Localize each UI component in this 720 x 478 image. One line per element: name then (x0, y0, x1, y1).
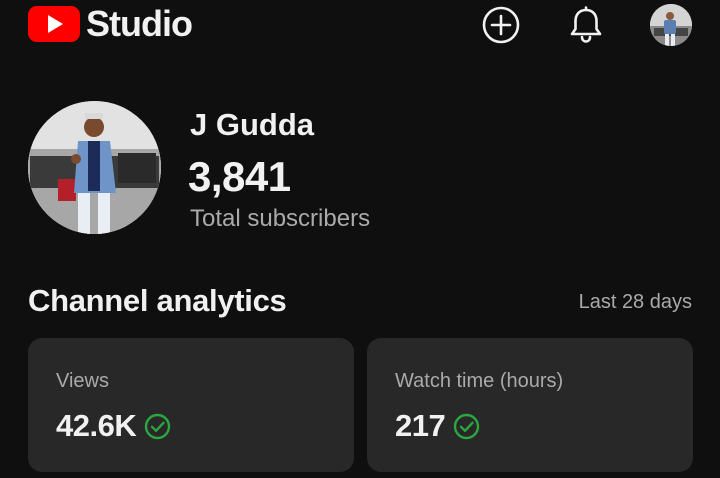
channel-avatar-image (28, 101, 161, 234)
watch-time-value-row: 217 (395, 408, 480, 444)
views-card[interactable]: Views 42.6K (28, 338, 354, 472)
add-circle-icon (482, 6, 520, 44)
subscriber-count: 3,841 (188, 153, 291, 200)
youtube-logo-icon (28, 6, 80, 42)
views-value: 42.6K (56, 408, 137, 443)
channel-avatar[interactable] (28, 101, 161, 234)
account-avatar-image (650, 4, 692, 46)
date-range[interactable]: Last 28 days (579, 291, 692, 314)
subscriber-label: Total subscribers (190, 205, 371, 232)
app-name: Studio (86, 3, 193, 44)
analytics-title: Channel analytics (28, 283, 287, 318)
views-value-row: 42.6K (56, 408, 171, 444)
bell-icon (570, 6, 602, 43)
watch-time-label: Watch time (hours) (395, 370, 564, 392)
channel-name: J Gudda (190, 107, 315, 142)
watch-time-card[interactable]: Watch time (hours) 217 (367, 338, 693, 472)
notifications-button[interactable] (565, 4, 607, 46)
studio-logo[interactable]: Studio (28, 3, 193, 44)
watch-time-value: 217 (395, 408, 446, 443)
create-button[interactable] (480, 4, 522, 46)
views-label: Views (56, 370, 109, 392)
check-circle-icon (145, 413, 171, 439)
studio-header: Studio (0, 0, 720, 50)
account-avatar[interactable] (650, 4, 692, 46)
check-circle-icon (454, 413, 480, 439)
channel-summary: J Gudda 3,841 Total subscribers (28, 101, 688, 236)
